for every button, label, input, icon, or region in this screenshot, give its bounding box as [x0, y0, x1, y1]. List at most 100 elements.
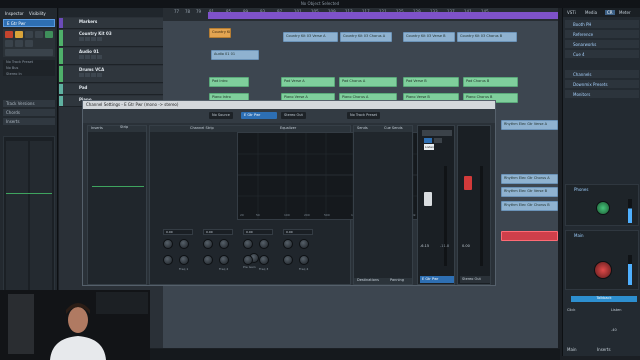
- audio-event[interactable]: Country Kit 03 Chorus B: [457, 32, 517, 42]
- solo-button[interactable]: [35, 31, 43, 38]
- channel-name-field[interactable]: E Gtr Pwr: [241, 112, 277, 119]
- section-inserts[interactable]: Inserts: [3, 118, 55, 125]
- fader-value[interactable]: -6.15: [420, 244, 429, 248]
- eq-band-gain-field[interactable]: 0.00: [243, 229, 273, 235]
- audio-event[interactable]: Country Kit 03 Chorus A: [340, 32, 392, 42]
- write-button[interactable]: [5, 40, 13, 47]
- tab-vsti[interactable]: VSTi: [567, 10, 576, 15]
- output-fader-value[interactable]: 0.00: [462, 244, 470, 248]
- eq-band-knob[interactable]: [219, 255, 229, 265]
- cue-sends-tab[interactable]: Cue Sends: [384, 126, 403, 130]
- section-track-versions[interactable]: Track Versions: [3, 100, 55, 107]
- track-row[interactable]: Pad: [59, 84, 163, 95]
- output-routing[interactable]: Stereo In: [3, 72, 55, 78]
- monitor-button[interactable]: [15, 31, 23, 38]
- section-channels[interactable]: Channels: [565, 70, 639, 78]
- section-monitors[interactable]: Monitors: [565, 90, 639, 98]
- cr-item-booth[interactable]: Booth PH: [565, 20, 639, 28]
- lane-button[interactable]: [25, 40, 33, 47]
- eq-band-knob[interactable]: [259, 255, 269, 265]
- record-enable-button[interactable]: [5, 31, 13, 38]
- track-buttons[interactable]: [79, 55, 103, 60]
- channel-settings-window[interactable]: Channel Settings - E Gtr Pwr (mono -> st…: [82, 100, 496, 286]
- audio-event[interactable]: Rhythm Elec Gtr Verse A: [501, 120, 558, 130]
- audio-event[interactable]: Country Kit 03: [209, 28, 231, 38]
- audio-event[interactable]: Rhythm Elec Gtr Chorus B: [501, 201, 558, 211]
- track-name[interactable]: Markers: [79, 19, 97, 24]
- audio-event[interactable]: Pad Chorus B: [463, 77, 518, 87]
- cr-item-reference[interactable]: Reference: [565, 30, 639, 38]
- tab-inspector[interactable]: Inspector: [2, 10, 27, 17]
- section-chords[interactable]: Chords: [3, 109, 55, 116]
- track-name[interactable]: Drums VCA: [79, 67, 104, 72]
- eq-band-gain-field[interactable]: 0.00: [283, 229, 313, 235]
- track-row[interactable]: Markers: [59, 18, 163, 29]
- inspector-track-name[interactable]: E Gtr Pwr: [3, 19, 55, 27]
- cr-item-sonarworks[interactable]: Sonarworks: [565, 40, 639, 48]
- output-fader-handle[interactable]: [464, 176, 472, 190]
- tab-inserts[interactable]: Inserts: [597, 347, 611, 352]
- eq-band-knob[interactable]: [283, 239, 293, 249]
- tab-main[interactable]: Main: [567, 347, 577, 352]
- phones-level-knob[interactable]: [596, 201, 610, 215]
- track-name[interactable]: Country Kit 03: [79, 31, 112, 36]
- audio-event[interactable]: Country Kit 03 Verse B: [403, 32, 455, 42]
- equalizer-tab[interactable]: Equalizer: [280, 126, 296, 130]
- audio-event[interactable]: Rhythm Elec Gtr Verse B: [501, 187, 558, 197]
- channel-strip-tab[interactable]: Channel Strip: [190, 126, 214, 130]
- tab-visibility[interactable]: Visibility: [26, 10, 49, 17]
- track-name[interactable]: Pad: [79, 85, 87, 90]
- main-level-knob[interactable]: [594, 261, 612, 279]
- track-buttons[interactable]: [79, 73, 103, 78]
- audio-event[interactable]: Pad Verse A: [281, 77, 335, 87]
- audio-event[interactable]: Pad Intro: [209, 77, 249, 87]
- mute-button[interactable]: [25, 31, 33, 38]
- tab-meter[interactable]: Meter: [619, 10, 631, 15]
- audio-event[interactable]: Pad Verse B: [403, 77, 459, 87]
- eq-band-knob[interactable]: [219, 239, 229, 249]
- tab-media[interactable]: Media: [585, 10, 597, 15]
- eq-band-knob[interactable]: [259, 239, 269, 249]
- tab-control-room[interactable]: CR: [605, 10, 615, 15]
- eq-band-knob[interactable]: [283, 255, 293, 265]
- audio-event[interactable]: Audio 01 01: [211, 50, 259, 60]
- track-row[interactable]: Country Kit 03: [59, 30, 163, 47]
- selected-event[interactable]: [501, 231, 558, 241]
- track-row[interactable]: Audio 01: [59, 48, 163, 65]
- eq-band-knob[interactable]: [203, 239, 213, 249]
- track-buttons[interactable]: [79, 37, 103, 42]
- strip-header[interactable]: Strip: [117, 125, 147, 131]
- panning-tab[interactable]: Panning: [390, 278, 404, 282]
- eq-band-knob[interactable]: [243, 255, 253, 265]
- output-routing-button[interactable]: Stereo Out: [281, 112, 306, 119]
- cr-item-cue[interactable]: Cue 4: [565, 50, 639, 58]
- eq-band-gain-field[interactable]: 0.00: [203, 229, 233, 235]
- transport-bar[interactable]: [150, 349, 560, 360]
- channel-fader-handle[interactable]: [424, 192, 432, 206]
- destinations-tab[interactable]: Destinations: [357, 278, 379, 282]
- volume-slider[interactable]: [5, 49, 53, 56]
- eq-band-knob[interactable]: [163, 239, 173, 249]
- audio-event[interactable]: Rhythm Elec Gtr Chorus A: [501, 174, 558, 184]
- mute-toggle[interactable]: [424, 138, 432, 143]
- audio-event[interactable]: Country Kit 03 Verse A: [283, 32, 338, 42]
- section-downmix[interactable]: Downmix Presets: [565, 80, 639, 88]
- read-button[interactable]: [45, 31, 53, 38]
- solo-toggle[interactable]: [434, 138, 442, 143]
- eq-band-knob[interactable]: [203, 255, 213, 265]
- input-source-button[interactable]: No Source: [209, 112, 233, 119]
- talkback-button[interactable]: Talkback: [571, 296, 637, 302]
- eq-band-knob[interactable]: [179, 255, 189, 265]
- track-preset-button[interactable]: No Track Preset: [347, 112, 381, 119]
- audio-event[interactable]: Pad Chorus A: [339, 77, 397, 87]
- eq-band-knob[interactable]: [243, 239, 253, 249]
- eq-band-gain-field[interactable]: 0.00: [163, 229, 193, 235]
- sends-tab[interactable]: Sends: [357, 126, 368, 130]
- track-row[interactable]: Drums VCA: [59, 66, 163, 83]
- eq-band-knob[interactable]: [299, 239, 309, 249]
- eq-band-knob[interactable]: [179, 239, 189, 249]
- edit-button[interactable]: [15, 40, 23, 47]
- track-name[interactable]: Audio 01: [79, 49, 99, 54]
- locator-range[interactable]: [208, 12, 558, 19]
- eq-band-knob[interactable]: [163, 255, 173, 265]
